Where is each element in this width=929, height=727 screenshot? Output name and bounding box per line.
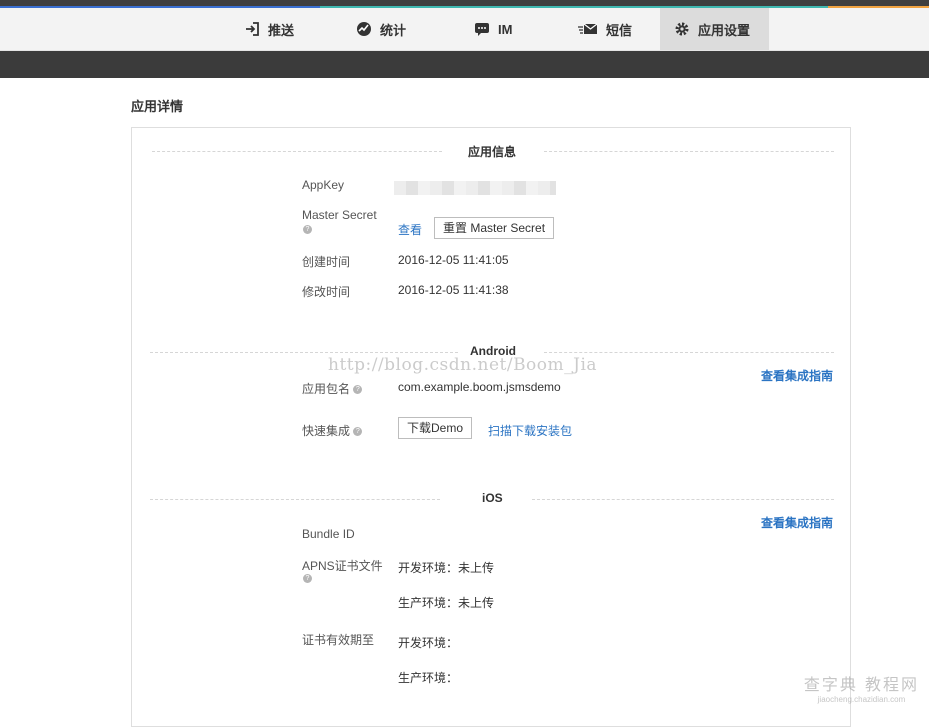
nav-stats-label: 统计 (380, 20, 406, 39)
ios-heading: iOS (152, 491, 834, 507)
apns-prod-status: 生产环境：未上传 (398, 594, 494, 611)
package-name-value: com.example.boom.jsmsdemo (398, 380, 561, 394)
nav-push-label: 推送 (268, 20, 294, 39)
push-icon (244, 21, 260, 37)
created-value: 2016-12-05 11:41:05 (398, 253, 509, 267)
quick-integration-help-icon[interactable]: ? (353, 427, 362, 436)
gear-icon (674, 21, 690, 37)
package-name-label: 应用包名 ? (302, 380, 362, 397)
view-secret-link[interactable]: 查看 (398, 221, 422, 238)
nav-im[interactable]: IM (460, 8, 526, 50)
nav-im-label: IM (498, 22, 512, 37)
android-guide-link[interactable]: 查看集成指南 (761, 367, 833, 384)
nav-app-settings[interactable]: 应用设置 (660, 8, 769, 50)
appkey-label: AppKey (302, 178, 344, 192)
validity-dev: 开发环境： (398, 634, 458, 651)
ios-title: iOS (482, 491, 503, 505)
sub-header-bar (0, 51, 929, 78)
validity-prod: 生产环境： (398, 669, 458, 686)
divider-left (150, 499, 440, 500)
package-name-label-text: 应用包名 (302, 382, 350, 396)
master-secret-help-icon[interactable]: ? (303, 225, 312, 234)
nav-app-settings-label: 应用设置 (698, 20, 750, 39)
nav-stats[interactable]: 统计 (342, 8, 420, 50)
quick-integration-label: 快速集成 ? (302, 422, 362, 439)
apns-help-icon[interactable]: ? (303, 574, 312, 583)
corner-watermark: 查字典 教程网 jiaocheng.chazidian.com (804, 671, 919, 704)
modified-value: 2016-12-05 11:41:38 (398, 283, 509, 297)
quick-integration-label-text: 快速集成 (302, 424, 350, 438)
package-name-help-icon[interactable]: ? (353, 385, 362, 394)
blog-watermark: http://blog.csdn.net/Boom_Jia (328, 355, 597, 375)
page-title: 应用详情 (131, 96, 183, 115)
divider-left (150, 352, 458, 353)
top-nav: 推送 统计 IM 短信 应用设置 (0, 8, 929, 51)
scan-download-link[interactable]: 扫描下载安装包 (488, 422, 572, 439)
download-demo-button[interactable]: 下载Demo (398, 417, 472, 439)
nav-sms[interactable]: 短信 (564, 8, 646, 50)
stats-icon (356, 21, 372, 37)
app-info-title: 应用信息 (468, 143, 516, 160)
sms-icon (578, 21, 598, 37)
corner-watermark-sub: jiaocheng.chazidian.com (804, 695, 919, 704)
bundle-id-label: Bundle ID (302, 527, 355, 541)
corner-watermark-main: 查字典 教程网 (804, 671, 919, 695)
apns-dev-status: 开发环境：未上传 (398, 559, 494, 576)
divider-right (532, 499, 834, 500)
chat-icon (474, 21, 490, 37)
appkey-value-masked (394, 181, 556, 195)
reset-master-secret-button[interactable]: 重置 Master Secret (434, 217, 554, 239)
nav-sms-label: 短信 (606, 20, 632, 39)
modified-label: 修改时间 (302, 283, 350, 300)
app-info-heading: 应用信息 (152, 143, 834, 159)
apns-label: APNS证书文件 (302, 557, 383, 574)
app-detail-panel: 应用信息 AppKey Master Secret ? 查看 重置 Master… (131, 127, 851, 727)
divider-left (152, 151, 442, 152)
top-accent-bar (0, 0, 929, 8)
created-label: 创建时间 (302, 253, 350, 270)
divider-right (544, 352, 834, 353)
nav-push[interactable]: 推送 (230, 8, 308, 50)
cert-validity-label: 证书有效期至 (302, 631, 374, 648)
master-secret-label: Master Secret (302, 208, 377, 222)
divider-right (544, 151, 834, 152)
ios-guide-link[interactable]: 查看集成指南 (761, 514, 833, 531)
